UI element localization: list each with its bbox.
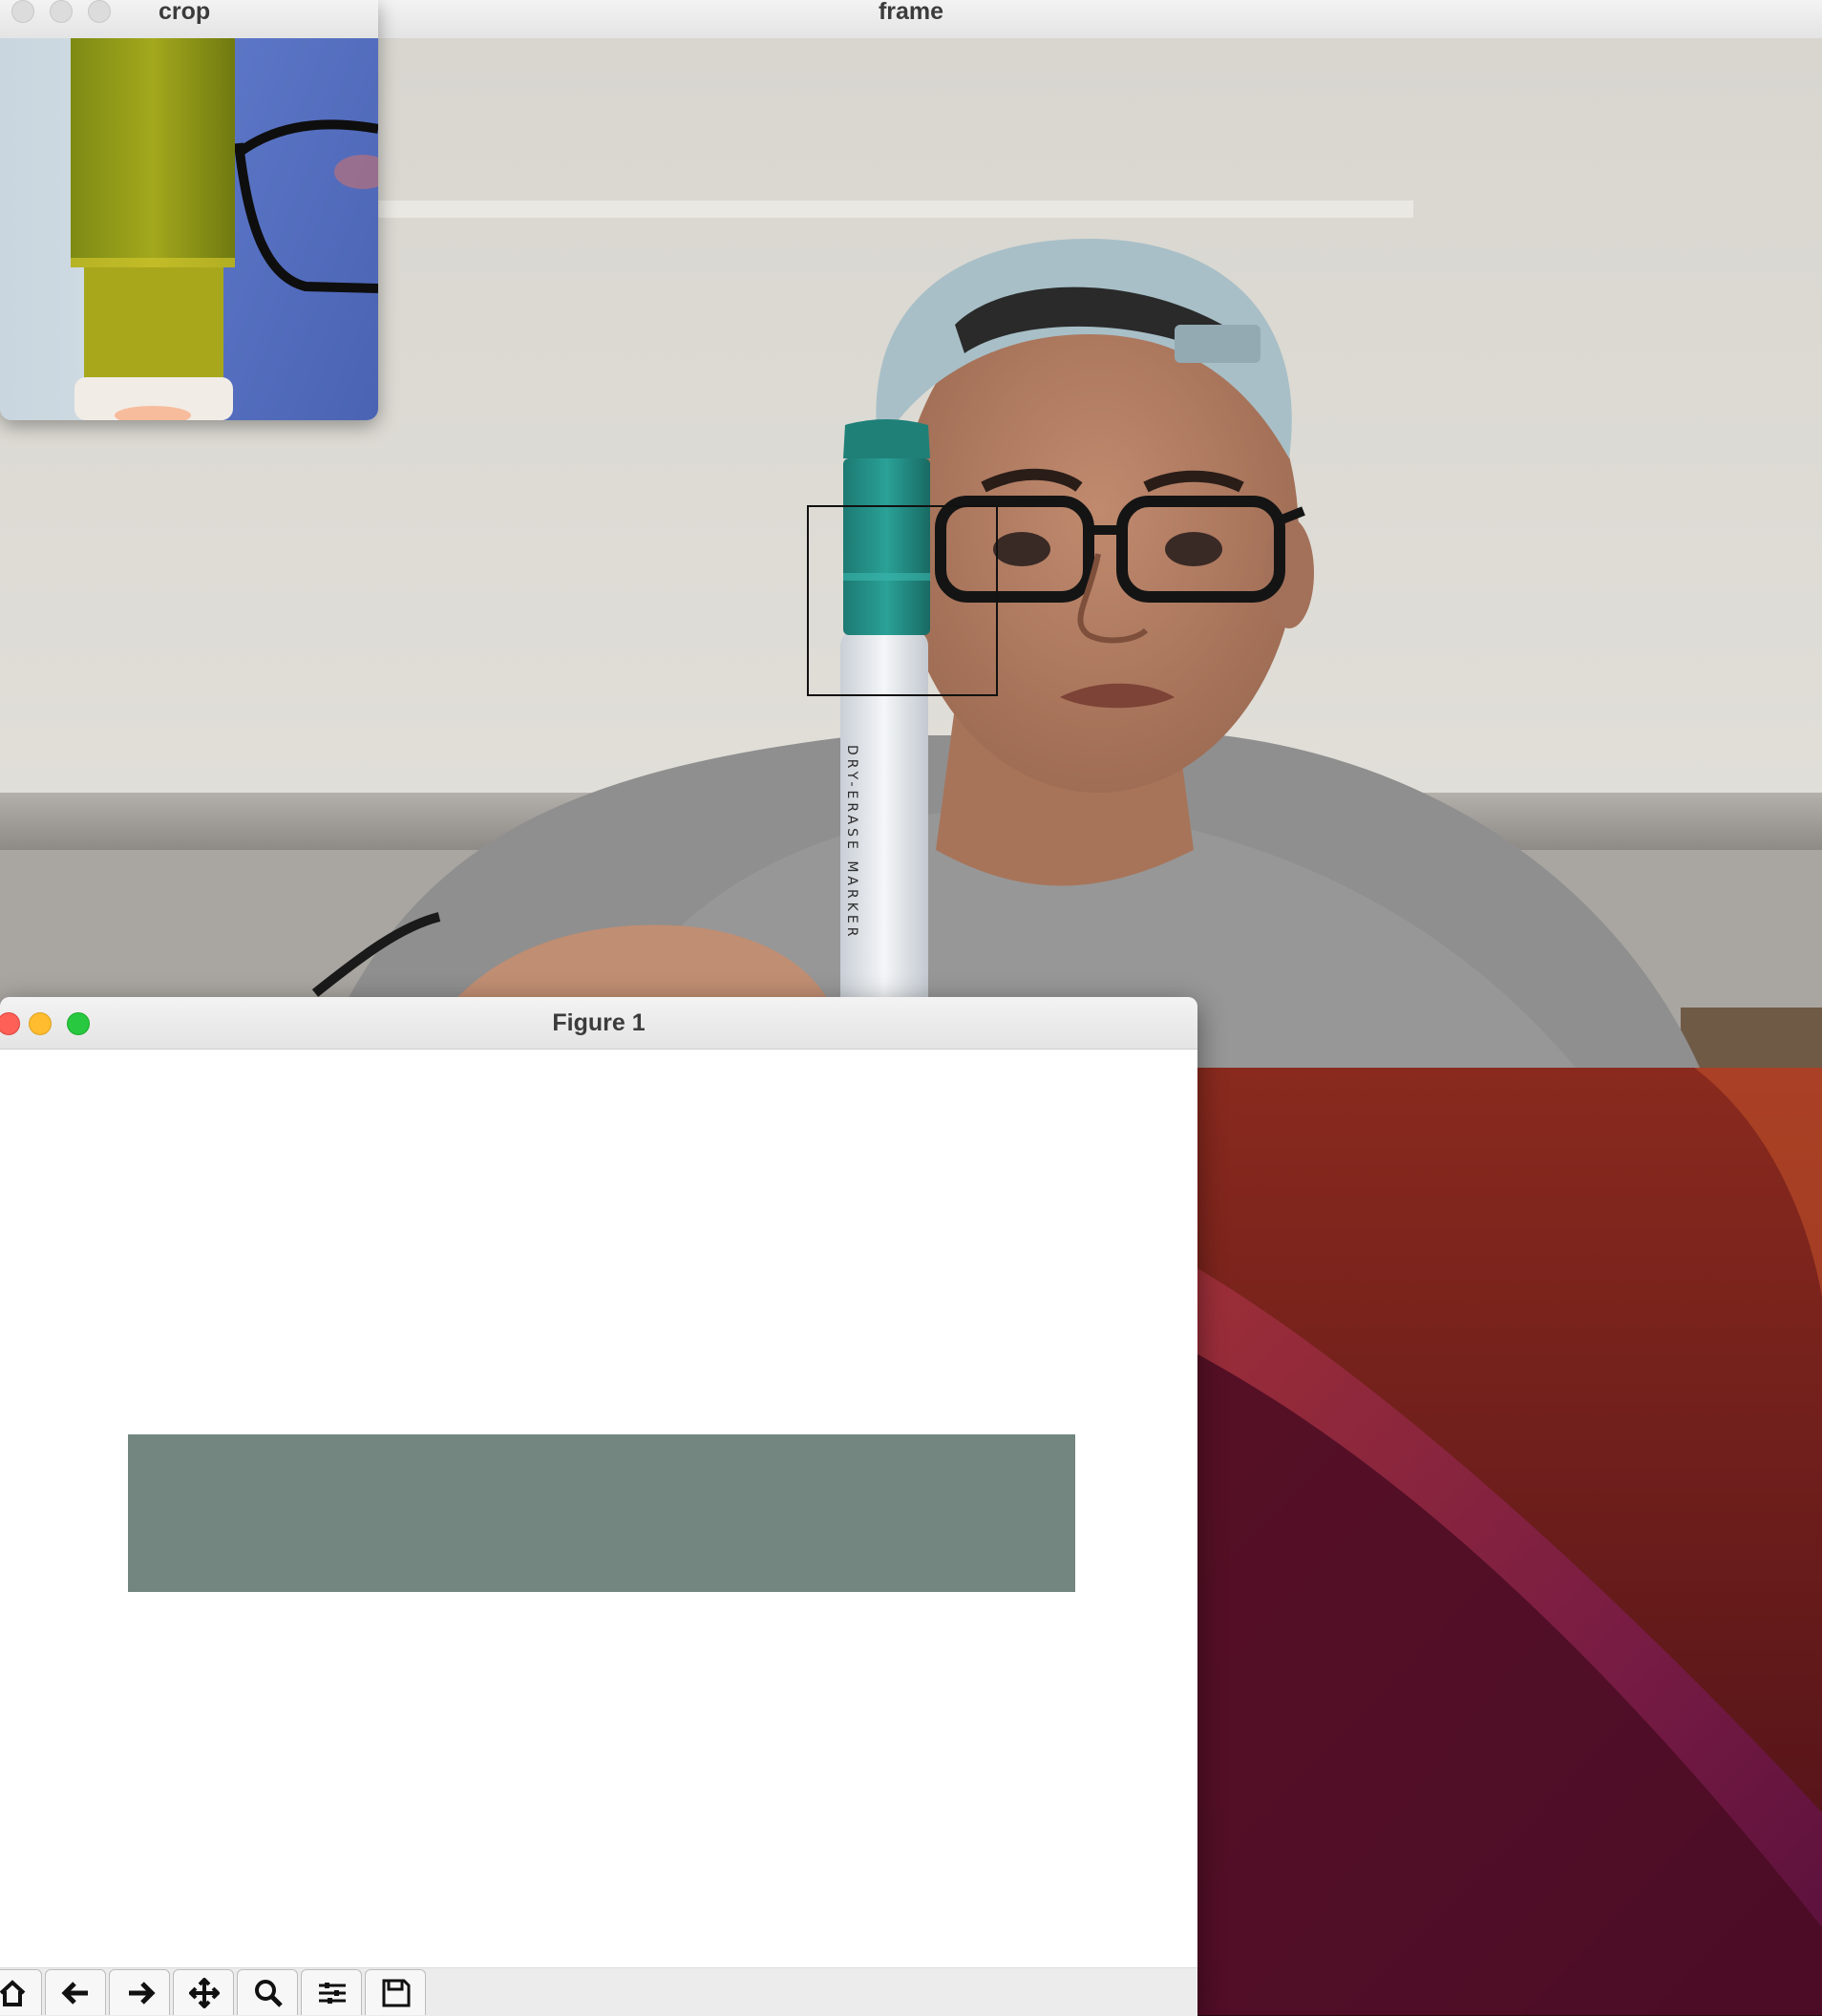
wallpaper-curve (1197, 1068, 1822, 2015)
pan-icon (189, 1978, 220, 2008)
back-button[interactable] (45, 1969, 106, 2015)
home-button[interactable] (0, 1969, 42, 2015)
figure-titlebar[interactable]: Figure 1 (0, 997, 1197, 1050)
save-icon (382, 1979, 411, 2007)
home-icon (0, 1980, 26, 2006)
pan-button[interactable] (173, 1969, 234, 2015)
crop-titlebar[interactable]: crop (0, 0, 378, 39)
detection-bounding-box (807, 505, 998, 696)
save-button[interactable] (365, 1969, 426, 2015)
forward-button[interactable] (109, 1969, 170, 2015)
marker-label: DRY-ERASE MARKER (844, 745, 859, 940)
configure-subplots-icon (319, 1983, 346, 2004)
figure-window-title: Figure 1 (552, 1009, 646, 1036)
configure-subplots-button[interactable] (301, 1969, 362, 2015)
crop-view (0, 38, 378, 420)
zoom-icon (255, 1980, 283, 2007)
crop-image (0, 38, 378, 420)
close-button[interactable] (11, 0, 34, 23)
back-arrow-icon (61, 1982, 88, 2005)
minimize-button[interactable] (50, 0, 73, 23)
dominant-color-swatch (128, 1434, 1075, 1592)
crop-window: crop (0, 0, 378, 420)
maximize-button[interactable] (88, 0, 111, 23)
forward-arrow-icon (129, 1982, 156, 2005)
zoom-button[interactable] (237, 1969, 298, 2015)
crop-window-title: crop (159, 0, 211, 25)
